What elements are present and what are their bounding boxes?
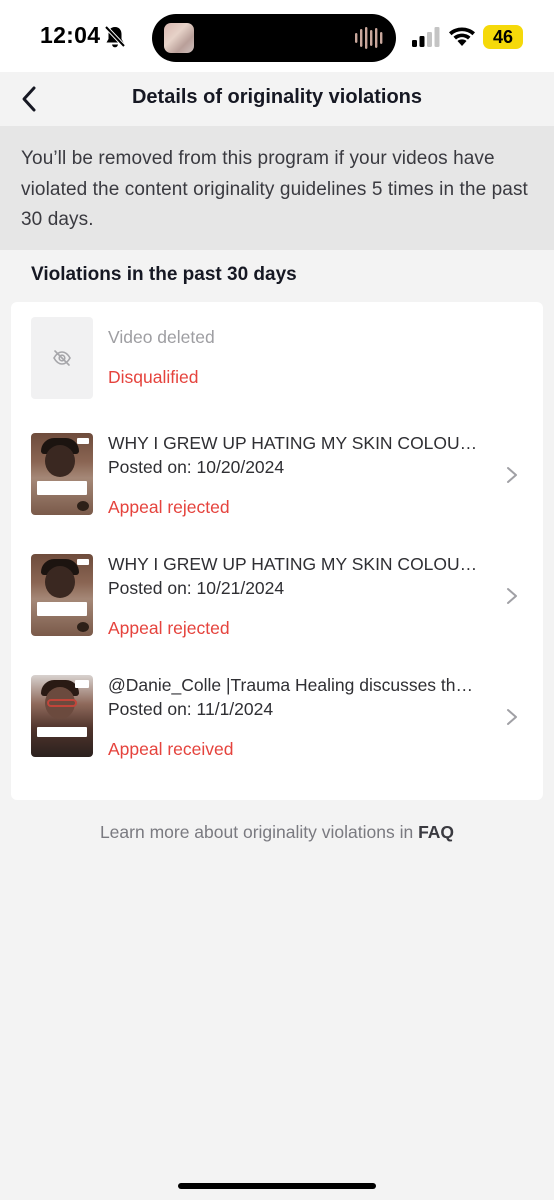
violation-status: Appeal received [108, 739, 234, 759]
thumbnail-caption [37, 727, 87, 737]
posted-date: Posted on: 10/20/2024 [108, 457, 285, 477]
page-header: Details of originality violations [0, 72, 554, 126]
audio-waveform-icon [355, 27, 383, 49]
thumbnail-caption [37, 481, 87, 495]
posted-date: Posted on: 11/1/2024 [108, 699, 274, 719]
wifi-icon [449, 27, 475, 46]
now-playing-thumbnail [164, 23, 194, 53]
faq-footer: Learn more about originality violations … [0, 822, 554, 843]
footer-text: Learn more about originality violations … [99, 822, 414, 842]
video-title: WHY I GREW UP HATING MY SKIN COLOU… [108, 433, 478, 453]
chevron-right-icon[interactable] [505, 465, 519, 485]
video-thumbnail [31, 675, 93, 757]
home-indicator[interactable] [178, 1183, 376, 1189]
violation-item-deleted: Video deleted Disqualified [11, 317, 543, 401]
violation-status: Appeal rejected [108, 497, 230, 517]
video-thumbnail [31, 317, 93, 399]
signal-icon [412, 27, 440, 47]
program-notice: You’ll be removed from this program if y… [0, 126, 554, 250]
page-title: Details of originality violations [131, 86, 423, 108]
status-bar: 12:04 46 [0, 0, 554, 72]
video-title: @Danie_Colle |Trauma Healing discusses t… [108, 675, 474, 695]
violation-item[interactable]: @Danie_Colle |Trauma Healing discusses t… [11, 675, 543, 759]
faq-link[interactable]: FAQ [418, 822, 454, 842]
battery-indicator: 46 [483, 25, 523, 49]
section-title: Violations in the past 30 days [31, 264, 297, 285]
chevron-right-icon[interactable] [505, 707, 519, 727]
violation-status: Appeal rejected [108, 618, 230, 638]
notice-text: You’ll be removed from this program if y… [21, 148, 528, 230]
violation-item[interactable]: WHY I GREW UP HATING MY SKIN COLOU… Post… [11, 554, 543, 638]
eye-off-icon [53, 350, 71, 366]
bell-off-icon [104, 25, 126, 48]
status-time: 12:04 [40, 22, 101, 48]
dynamic-island [152, 14, 396, 62]
posted-date: Posted on: 10/21/2024 [108, 578, 285, 598]
chevron-right-icon[interactable] [505, 586, 519, 606]
video-thumbnail [31, 554, 93, 636]
thumbnail-caption [37, 602, 87, 616]
violation-status: Disqualified [108, 367, 199, 387]
video-thumbnail [31, 433, 93, 515]
video-title: WHY I GREW UP HATING MY SKIN COLOU… [108, 554, 478, 574]
violations-list: Video deleted Disqualified WHY I GREW UP… [11, 302, 543, 800]
violation-item[interactable]: WHY I GREW UP HATING MY SKIN COLOU… Post… [11, 433, 543, 517]
video-title: Video deleted [108, 327, 215, 347]
